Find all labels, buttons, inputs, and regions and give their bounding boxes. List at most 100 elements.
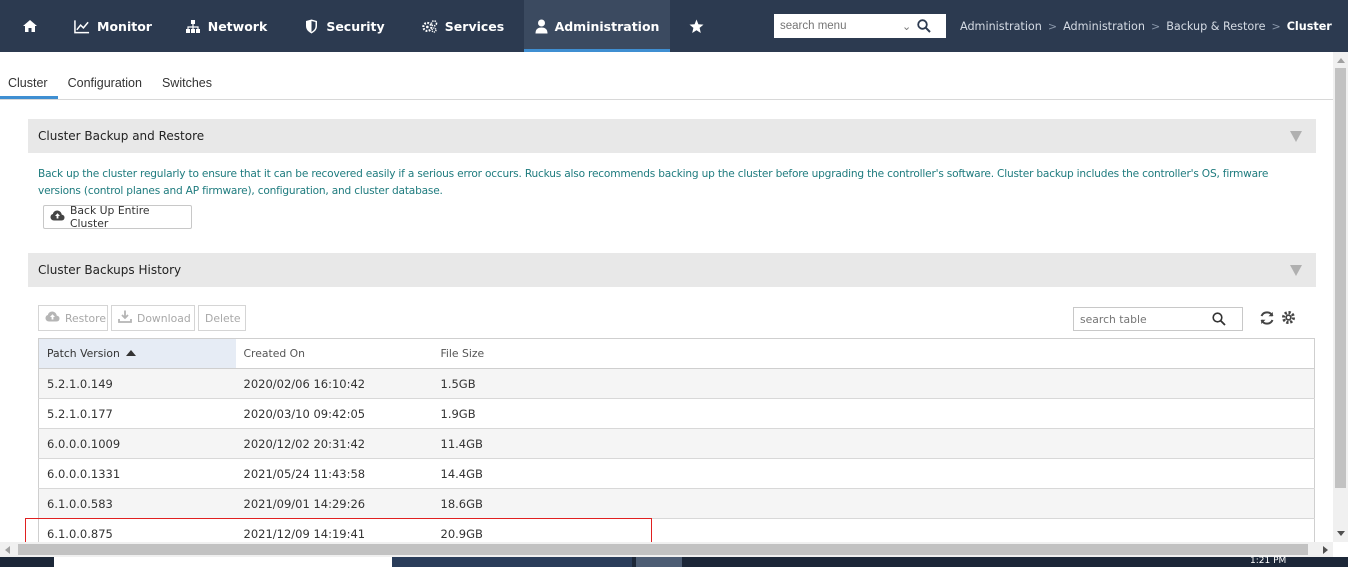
nav-security[interactable]: Security — [286, 0, 402, 52]
table-row[interactable]: 6.1.0.0.583 2021/09/01 14:29:26 18.6GB — [38, 488, 1315, 519]
tab-configuration[interactable]: Configuration — [58, 72, 152, 99]
cell-created-on: 2021/09/01 14:29:26 — [235, 488, 433, 519]
search-menu-box[interactable]: ⌄ — [774, 14, 946, 38]
cell-patch-version: 5.2.1.0.177 — [38, 398, 236, 429]
scrollbar-thumb[interactable] — [18, 544, 1308, 555]
tab-switches[interactable]: Switches — [152, 72, 222, 99]
nav-favorites[interactable] — [670, 0, 722, 52]
back-up-entire-cluster-label: Back Up Entire Cluster — [70, 204, 150, 230]
backup-section-header[interactable]: Cluster Backup and Restore — [28, 119, 1316, 153]
vertical-scrollbar[interactable] — [1333, 52, 1348, 542]
cloud-upload-icon — [45, 311, 60, 325]
nav-services-label: Services — [444, 18, 505, 34]
column-header-file-size[interactable]: File Size — [432, 338, 1315, 369]
nav-monitor-label: Monitor — [97, 18, 152, 34]
cell-patch-version: 5.2.1.0.149 — [38, 368, 236, 399]
taskbar-app[interactable] — [636, 557, 682, 567]
shield-icon — [303, 18, 319, 34]
table-row[interactable]: 5.2.1.0.177 2020/03/10 09:42:05 1.9GB — [38, 398, 1315, 429]
breadcrumb-separator-icon: > — [1271, 19, 1281, 33]
breadcrumb: Administration > Administration > Backup… — [960, 0, 1332, 52]
cell-created-on: 2020/03/10 09:42:05 — [235, 398, 433, 429]
column-header-created-on[interactable]: Created On — [235, 338, 433, 369]
nav-network-label: Network — [207, 18, 268, 34]
nav-security-label: Security — [326, 18, 385, 34]
scroll-right-arrow-icon[interactable] — [1323, 546, 1328, 554]
nav-home[interactable] — [0, 0, 60, 52]
cell-file-size: 18.6GB — [432, 488, 1315, 519]
table-row[interactable]: 5.2.1.0.149 2020/02/06 16:10:42 1.5GB — [38, 368, 1315, 399]
nav-administration-label: Administration — [554, 18, 660, 34]
nav-services[interactable]: Services — [402, 0, 524, 52]
gears-icon — [422, 18, 438, 34]
home-icon — [22, 18, 38, 34]
cell-created-on: 2020/02/06 16:10:42 — [235, 368, 433, 399]
network-icon — [185, 18, 201, 34]
breadcrumb-item[interactable]: Administration — [1063, 20, 1145, 33]
collapse-triangle-icon[interactable] — [1290, 264, 1302, 276]
cell-file-size: 1.9GB — [432, 398, 1315, 429]
cell-patch-version: 6.0.0.0.1009 — [38, 428, 236, 459]
refresh-icon[interactable] — [1259, 310, 1275, 329]
table-header-row: Patch Version Created On File Size — [38, 338, 1315, 369]
search-icon[interactable] — [917, 19, 931, 33]
tab-cluster[interactable]: Cluster — [0, 72, 58, 99]
restore-button[interactable]: Restore — [38, 305, 108, 331]
sort-ascending-icon — [125, 350, 136, 356]
taskbar-search[interactable] — [54, 557, 392, 567]
scroll-down-arrow-icon[interactable] — [1337, 531, 1345, 536]
breadcrumb-current: Cluster — [1286, 19, 1332, 33]
history-section-header[interactable]: Cluster Backups History — [28, 253, 1316, 287]
scrollbar-thumb[interactable] — [1335, 68, 1346, 488]
search-icon[interactable] — [1212, 312, 1226, 326]
column-header-label: Patch Version — [47, 347, 120, 360]
cell-created-on: 2021/05/24 11:43:58 — [235, 458, 433, 489]
breadcrumb-separator-icon: > — [1047, 19, 1058, 33]
table-toolbar: Restore Download Delete — [38, 305, 246, 331]
cell-patch-version: 6.0.0.0.1331 — [38, 458, 236, 489]
backup-section-title: Cluster Backup and Restore — [38, 129, 205, 143]
download-label: Download — [137, 311, 191, 325]
table-row[interactable]: 6.0.0.0.1331 2021/05/24 11:43:58 14.4GB — [38, 458, 1315, 489]
breadcrumb-item[interactable]: Backup & Restore — [1166, 20, 1265, 33]
chevron-down-icon[interactable]: ⌄ — [902, 20, 911, 33]
delete-button[interactable]: Delete — [198, 305, 246, 331]
cell-file-size: 11.4GB — [432, 428, 1315, 459]
horizontal-scrollbar[interactable] — [0, 542, 1333, 557]
cell-file-size: 1.5GB — [432, 368, 1315, 399]
sub-tabs: Cluster Configuration Switches — [0, 72, 1333, 100]
scroll-up-arrow-icon[interactable] — [1337, 58, 1345, 63]
nav-administration[interactable]: Administration — [524, 0, 670, 52]
breadcrumb-separator-icon: > — [1150, 19, 1161, 33]
delete-label: Delete — [205, 311, 241, 325]
taskbar-app[interactable] — [392, 557, 632, 567]
download-icon — [118, 310, 132, 326]
history-section-title: Cluster Backups History — [38, 263, 182, 277]
taskbar-clock: 1:21 PM — [1250, 556, 1287, 566]
nav-network[interactable]: Network — [166, 0, 286, 52]
table-tool-icons — [1259, 310, 1296, 329]
user-icon — [535, 18, 548, 34]
nav-monitor[interactable]: Monitor — [60, 0, 166, 52]
os-taskbar: 1:21 PM — [0, 556, 1348, 567]
restore-label: Restore — [65, 311, 106, 325]
cloud-upload-icon — [50, 210, 65, 224]
breadcrumb-item[interactable]: Administration — [960, 20, 1042, 33]
cell-patch-version: 6.1.0.0.583 — [38, 488, 236, 519]
cell-file-size: 14.4GB — [432, 458, 1315, 489]
star-icon — [688, 18, 704, 34]
backups-history-table: Patch Version Created On File Size 5.2.1… — [38, 338, 1315, 549]
backup-description: Back up the cluster regularly to ensure … — [38, 168, 1269, 197]
search-table-box[interactable] — [1073, 307, 1243, 331]
scroll-left-arrow-icon[interactable] — [5, 546, 10, 554]
table-row[interactable]: 6.0.0.0.1009 2020/12/02 20:31:42 11.4GB — [38, 428, 1315, 459]
search-table-input[interactable] — [1074, 309, 1204, 329]
gear-icon[interactable] — [1281, 310, 1296, 329]
download-button[interactable]: Download — [111, 305, 195, 331]
chart-line-icon — [74, 18, 90, 34]
column-header-patch-version[interactable]: Patch Version — [38, 338, 236, 369]
collapse-triangle-icon[interactable] — [1290, 130, 1302, 142]
cell-created-on: 2020/12/02 20:31:42 — [235, 428, 433, 459]
search-menu-input[interactable] — [774, 15, 894, 37]
back-up-entire-cluster-button[interactable]: Back Up Entire Cluster — [43, 204, 192, 230]
